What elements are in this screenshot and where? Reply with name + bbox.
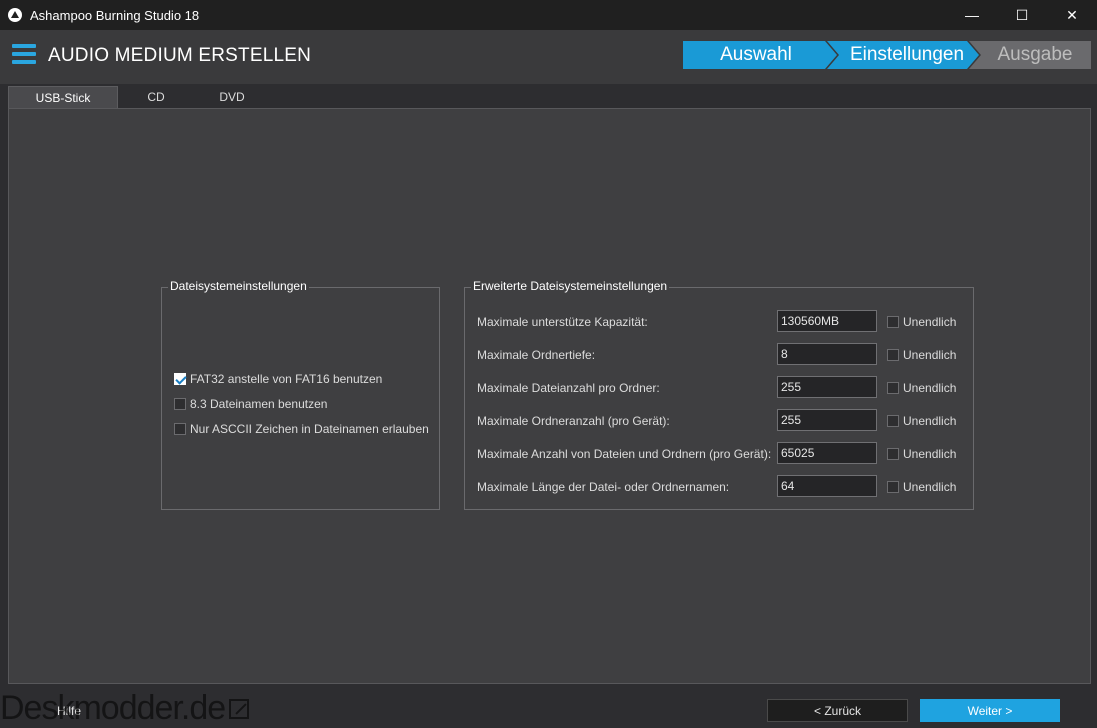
watermark: Deskmodder.de (0, 689, 250, 728)
option-label: FAT32 anstelle von FAT16 benutzen (190, 372, 383, 386)
checkbox[interactable] (887, 448, 899, 460)
advanced-settings-title: Erweiterte Dateisystemeinstellungen (471, 279, 670, 293)
menu-icon-bar (12, 52, 36, 56)
option-label: 8.3 Dateinamen benutzen (190, 397, 328, 411)
pen-icon (229, 698, 250, 719)
unlimited-label: Unendlich (903, 315, 957, 329)
minimize-button[interactable]: — (947, 0, 997, 30)
unlimited-label: Unendlich (903, 480, 957, 494)
menu-icon-bar (12, 44, 36, 48)
total-entries-input[interactable]: 65025 (777, 442, 877, 464)
option-label: Nur ASCCII Zeichen in Dateinamen erlaube… (190, 422, 429, 436)
close-button[interactable]: ✕ (1047, 0, 1097, 30)
advanced-settings-group: Erweiterte Dateisystemeinstellungen Maxi… (464, 279, 974, 510)
folder-depth-input[interactable]: 8 (777, 343, 877, 365)
checkbox[interactable] (174, 423, 186, 435)
menu-icon[interactable] (12, 44, 36, 64)
checkbox[interactable] (174, 373, 186, 385)
page-title: AUDIO MEDIUM ERSTELLEN (48, 45, 312, 66)
unlimited-label: Unendlich (903, 414, 957, 428)
folders-per-device-unlimited[interactable]: Unendlich (887, 414, 956, 428)
checkbox[interactable] (887, 349, 899, 361)
folders-per-device-label: Maximale Ordneranzahl (pro Gerät): (477, 414, 670, 428)
folder-depth-label: Maximale Ordnertiefe: (477, 348, 596, 362)
files-per-folder-input[interactable]: 255 (777, 376, 877, 398)
maximize-button[interactable]: ☐ (997, 0, 1047, 30)
step-label: Ausgabe (997, 44, 1073, 65)
checkbox[interactable] (887, 415, 899, 427)
name-length-unlimited[interactable]: Unendlich (887, 480, 956, 494)
step-label: Auswahl (720, 44, 792, 65)
total-entries-unlimited[interactable]: Unendlich (887, 447, 956, 461)
capacity-input[interactable]: 130560MB (777, 310, 877, 332)
header: AUDIO MEDIUM ERSTELLEN Auswahl Einstellu… (0, 30, 1097, 84)
title-bar: Ashampoo Burning Studio 18 — ☐ ✕ (0, 0, 1097, 30)
tab-dvd[interactable]: DVD (194, 86, 270, 108)
tab-bar: USB-Stick CD DVD (8, 86, 270, 108)
unlimited-label: Unendlich (903, 381, 957, 395)
checkbox[interactable] (887, 316, 899, 328)
step-ausgabe: Ausgabe (969, 41, 1091, 69)
unlimited-label: Unendlich (903, 447, 957, 461)
next-button[interactable]: Weiter > (920, 699, 1060, 722)
checkbox[interactable] (887, 382, 899, 394)
option-ascii-only[interactable]: Nur ASCCII Zeichen in Dateinamen erlaube… (174, 422, 429, 436)
tab-cd[interactable]: CD (118, 86, 194, 108)
step-label: Einstellungen (849, 44, 965, 65)
settings-panel: Dateisystemeinstellungen FAT32 anstelle … (8, 108, 1091, 684)
checkbox[interactable] (174, 398, 186, 410)
folder-depth-unlimited[interactable]: Unendlich (887, 348, 956, 362)
step-einstellungen[interactable]: Einstellungen (827, 41, 979, 69)
window-controls: — ☐ ✕ (947, 0, 1097, 30)
step-auswahl[interactable]: Auswahl (683, 41, 837, 69)
folders-per-device-input[interactable]: 255 (777, 409, 877, 431)
total-entries-label: Maximale Anzahl von Dateien und Ordnern … (477, 447, 772, 461)
fs-settings-title: Dateisystemeinstellungen (168, 279, 309, 293)
capacity-label: Maximale unterstütze Kapazität: (477, 315, 648, 329)
back-button[interactable]: < Zurück (767, 699, 908, 722)
name-length-label: Maximale Länge der Datei- oder Ordnernam… (477, 480, 730, 494)
files-per-folder-unlimited[interactable]: Unendlich (887, 381, 956, 395)
app-logo-icon (8, 8, 22, 22)
option-83-filenames[interactable]: 8.3 Dateinamen benutzen (174, 397, 327, 411)
option-fat32[interactable]: FAT32 anstelle von FAT16 benutzen (174, 372, 382, 386)
name-length-input[interactable]: 64 (777, 475, 877, 497)
menu-icon-bar (12, 60, 36, 64)
tab-usb-stick[interactable]: USB-Stick (8, 86, 118, 108)
capacity-unlimited[interactable]: Unendlich (887, 315, 956, 329)
unlimited-label: Unendlich (903, 348, 957, 362)
files-per-folder-label: Maximale Dateianzahl pro Ordner: (477, 381, 660, 395)
watermark-text: Deskmodder.de (0, 689, 226, 727)
fs-settings-group: Dateisystemeinstellungen FAT32 anstelle … (161, 279, 440, 510)
wizard-steps: Auswahl Einstellungen Ausgabe (683, 41, 1091, 69)
checkbox[interactable] (887, 481, 899, 493)
window-title: Ashampoo Burning Studio 18 (30, 7, 200, 23)
